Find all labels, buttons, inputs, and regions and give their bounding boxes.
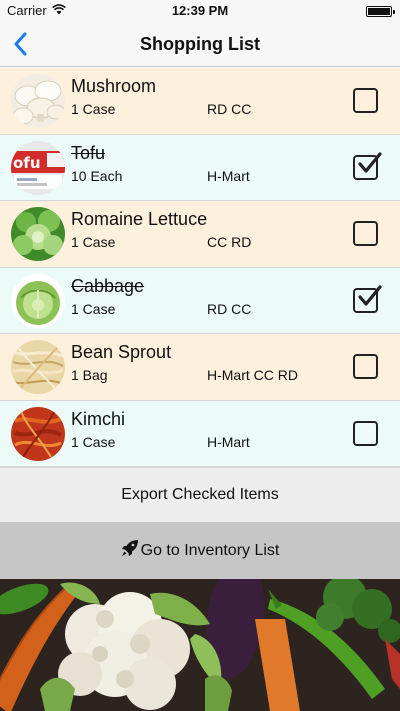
shopping-item-row[interactable]: Mushroom 1 Case RD CC	[0, 68, 400, 135]
item-quantity: 1 Case	[71, 101, 116, 117]
shopping-list: Mushroom 1 Case RD CC ofu Tofu 10 Each H…	[0, 68, 400, 467]
mushroom-image	[11, 74, 65, 128]
romaine-lettuce-image	[11, 207, 65, 261]
battery-icon	[366, 6, 395, 17]
status-time: 12:39 PM	[171, 3, 229, 18]
shopping-item-row[interactable]: ofu Tofu 10 Each H-Mart	[0, 134, 400, 201]
kimchi-image	[11, 406, 65, 461]
item-checkbox[interactable]	[353, 354, 378, 379]
svg-text:ofu: ofu	[13, 154, 41, 172]
inventory-list-button[interactable]: Go to Inventory List	[0, 522, 400, 579]
item-stores: H-Mart CC RD	[207, 367, 298, 383]
export-checked-label: Export Checked Items	[121, 486, 279, 503]
item-name: Bean Sprout	[71, 342, 172, 362]
item-stores: H-Mart	[207, 433, 250, 450]
cabbage-image	[11, 273, 65, 328]
navigation-bar: Shopping List	[0, 22, 400, 67]
item-checkbox[interactable]	[353, 284, 382, 313]
status-bar: Carrier 12:39 PM	[0, 0, 400, 22]
item-name: Tofu	[71, 142, 106, 163]
checkmark-icon	[358, 151, 382, 173]
item-stores: H-Mart	[207, 167, 250, 184]
item-name: Cabbage	[71, 275, 145, 296]
tofu-image: ofu	[11, 140, 65, 195]
shopping-item-row[interactable]: Cabbage 1 Case RD CC	[0, 267, 400, 334]
item-quantity: 1 Case	[71, 300, 116, 317]
item-stores: CC RD	[207, 234, 252, 250]
item-stores: RD CC	[207, 300, 252, 317]
vegetables-photo	[0, 579, 400, 711]
bean-sprout-image	[11, 340, 65, 394]
shopping-item-row[interactable]: Kimchi 1 Case H-Mart	[0, 400, 400, 467]
item-quantity: 1 Case	[71, 234, 116, 250]
item-name: Romaine Lettuce	[71, 209, 208, 229]
item-checkbox[interactable]	[353, 221, 378, 246]
item-quantity: 1 Case	[71, 433, 116, 450]
item-checkbox[interactable]	[353, 151, 382, 180]
item-name: Mushroom	[71, 76, 157, 96]
item-name: Kimchi	[71, 408, 126, 429]
item-quantity: 1 Bag	[71, 367, 108, 383]
rocket-icon	[121, 539, 139, 562]
export-checked-button[interactable]: Export Checked Items	[0, 467, 400, 522]
shopping-item-row[interactable]: Romaine Lettuce 1 Case CC RD	[0, 201, 400, 268]
checkmark-icon	[358, 284, 382, 306]
item-quantity: 10 Each	[71, 167, 123, 184]
shopping-item-row[interactable]: Bean Sprout 1 Bag H-Mart CC RD	[0, 334, 400, 401]
item-checkbox[interactable]	[353, 420, 378, 446]
item-stores: RD CC	[207, 101, 252, 117]
inventory-list-label: Go to Inventory List	[140, 541, 280, 559]
page-title: Shopping List	[140, 34, 260, 54]
item-checkbox[interactable]	[353, 88, 378, 113]
